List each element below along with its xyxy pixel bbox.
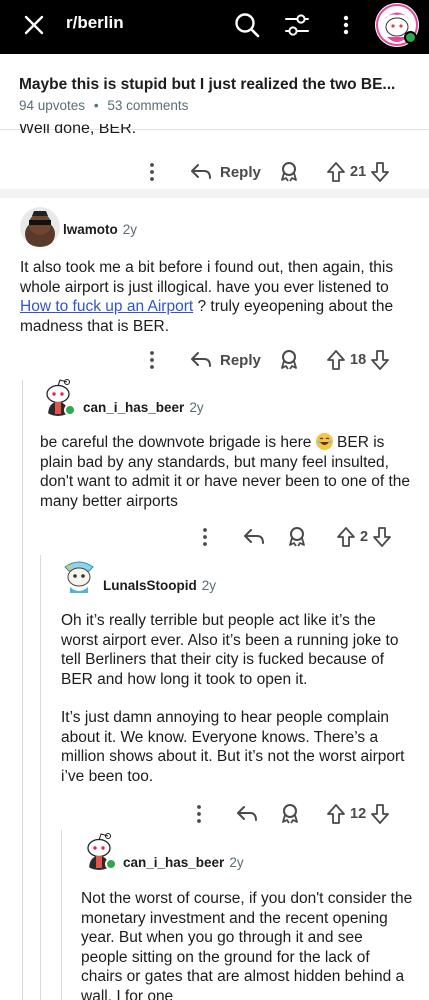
thread-line[interactable] bbox=[40, 555, 41, 1000]
more-options-icon[interactable] bbox=[146, 344, 158, 376]
avatar[interactable] bbox=[59, 555, 99, 595]
comment-author[interactable]: can_i_has_beer 2y bbox=[83, 400, 204, 415]
reply-arrow-icon[interactable] bbox=[243, 521, 265, 553]
vote-score: 21 bbox=[350, 164, 367, 180]
comment-separator bbox=[0, 189, 429, 198]
comment-paragraph: Oh it’s really terrible but people act l… bbox=[61, 612, 399, 688]
username[interactable]: lwamoto bbox=[63, 222, 118, 237]
upvote-count: 94 upvotes bbox=[19, 98, 86, 113]
comment-actions: Reply 21 bbox=[0, 156, 429, 188]
vote-score: 2 bbox=[360, 529, 369, 545]
reply-label: Reply bbox=[220, 163, 261, 181]
thread-line[interactable] bbox=[22, 380, 23, 1000]
subreddit-name[interactable]: r/berlin bbox=[66, 13, 124, 33]
post-title[interactable]: Maybe this is stupid but I just realized… bbox=[19, 76, 414, 94]
comment-link[interactable]: How to fuck up an Airport bbox=[20, 298, 193, 315]
comment-author[interactable]: can_i_has_beer 2y bbox=[123, 855, 244, 870]
post-header[interactable]: Maybe this is stupid but I just realized… bbox=[0, 54, 429, 130]
comment-actions: 12 bbox=[0, 798, 429, 830]
post-meta: 94 upvotes • 53 comments bbox=[19, 98, 188, 113]
close-icon[interactable] bbox=[20, 11, 48, 39]
username[interactable]: LunaIsStoopid bbox=[103, 578, 197, 593]
comment-body: Not the worst of course, if you don't co… bbox=[81, 889, 413, 1000]
sort-filter-icon[interactable] bbox=[282, 10, 312, 40]
upvote-arrow-icon[interactable] bbox=[326, 803, 346, 825]
username[interactable]: can_i_has_beer bbox=[123, 855, 224, 870]
award-icon[interactable] bbox=[287, 521, 307, 553]
comment-actions: Reply 18 bbox=[0, 344, 429, 376]
top-app-bar: r/berlin bbox=[0, 0, 429, 54]
search-icon[interactable] bbox=[232, 10, 262, 40]
comment-author[interactable]: lwamoto 2y bbox=[63, 222, 137, 237]
reply-arrow-icon bbox=[191, 352, 211, 367]
vote-controls: 21 bbox=[326, 156, 390, 188]
upvote-arrow-icon[interactable] bbox=[326, 161, 346, 183]
comment-age: 2y bbox=[201, 578, 217, 593]
more-options-icon[interactable] bbox=[193, 798, 205, 830]
comment-body: be careful the downvote brigade is here … bbox=[40, 433, 412, 511]
meta-separator: • bbox=[93, 98, 99, 113]
comment-age: 2y bbox=[122, 222, 138, 237]
upvote-arrow-icon[interactable] bbox=[326, 349, 346, 371]
vote-controls: 18 bbox=[326, 344, 390, 376]
laughing-emoji-icon bbox=[315, 433, 333, 450]
thread-line[interactable] bbox=[61, 830, 62, 1000]
reply-button[interactable]: Reply bbox=[190, 344, 261, 376]
award-icon[interactable] bbox=[279, 156, 299, 188]
vote-controls: 12 bbox=[326, 798, 390, 830]
online-indicator bbox=[404, 31, 417, 44]
more-options-icon[interactable] bbox=[146, 156, 158, 188]
award-icon[interactable] bbox=[279, 344, 299, 376]
more-vertical-icon[interactable] bbox=[336, 10, 356, 40]
upvote-arrow-icon[interactable] bbox=[336, 526, 356, 548]
comment-paragraph: It’s just damn annoying to hear people c… bbox=[61, 709, 405, 785]
comment-actions: 2 bbox=[0, 521, 429, 553]
avatar[interactable] bbox=[20, 207, 60, 247]
comment-author[interactable]: LunaIsStoopid 2y bbox=[103, 578, 216, 593]
reply-arrow-icon bbox=[191, 164, 211, 179]
downvote-arrow-icon[interactable] bbox=[372, 526, 392, 548]
vote-score: 18 bbox=[350, 352, 367, 368]
online-indicator bbox=[64, 404, 76, 416]
reply-button[interactable]: Reply bbox=[190, 156, 261, 188]
comment-body: Oh it’s really terrible but people act l… bbox=[61, 611, 413, 786]
vote-controls: 2 bbox=[336, 521, 392, 553]
comment-text: Not the worst of course, if you don't co… bbox=[81, 890, 413, 1000]
comment-age: 2y bbox=[229, 855, 244, 870]
downvote-arrow-icon[interactable] bbox=[370, 349, 390, 371]
award-icon[interactable] bbox=[280, 798, 300, 830]
comment-count: 53 comments bbox=[107, 98, 189, 113]
downvote-arrow-icon[interactable] bbox=[370, 161, 390, 183]
reply-label: Reply bbox=[220, 351, 261, 369]
online-indicator bbox=[105, 858, 117, 870]
comment-body: It also took me a bit before i found out… bbox=[20, 258, 412, 336]
comment-text: It also took me a bit before i found out… bbox=[20, 259, 394, 296]
username[interactable]: can_i_has_beer bbox=[83, 400, 184, 415]
comment-text: Well done, BER. bbox=[19, 124, 137, 137]
comment-text: be careful the downvote brigade is here bbox=[40, 434, 316, 451]
reply-arrow-icon[interactable] bbox=[236, 798, 258, 830]
comment-age: 2y bbox=[189, 400, 204, 415]
vote-score: 12 bbox=[350, 806, 367, 822]
downvote-arrow-icon[interactable] bbox=[370, 803, 390, 825]
more-options-icon[interactable] bbox=[199, 521, 211, 553]
comment-body-tail: Well done, BER. bbox=[19, 124, 136, 140]
